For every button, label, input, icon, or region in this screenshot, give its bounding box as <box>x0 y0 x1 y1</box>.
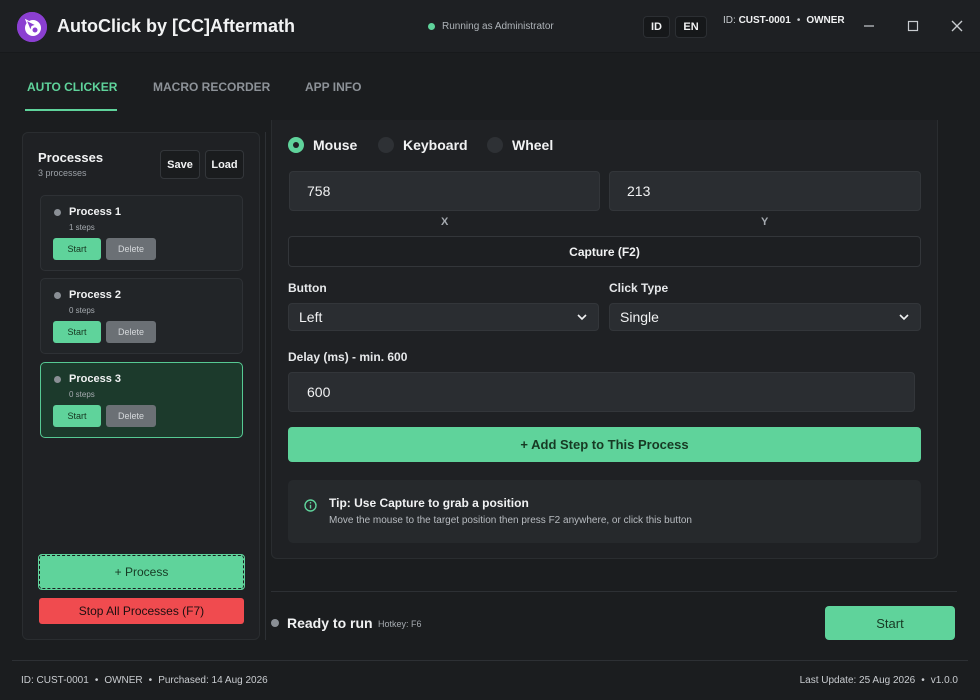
radio-keyboard[interactable]: Keyboard <box>378 137 468 153</box>
radio-wheel-label: Wheel <box>512 137 554 153</box>
run-status-text: Ready to run <box>287 615 373 631</box>
active-tab-indicator <box>25 109 117 111</box>
tip-body: Move the mouse to the target position th… <box>329 515 692 526</box>
chevron-down-icon <box>577 314 587 321</box>
process-status-dot-icon <box>54 292 61 299</box>
tab-auto-clicker[interactable]: AUTO CLICKER <box>27 80 117 94</box>
process-delete-button[interactable]: Delete <box>106 238 156 260</box>
radio-wheel[interactable]: Wheel <box>487 137 553 153</box>
maximize-icon <box>907 20 919 32</box>
footer-last-update: Last Update: 25 Aug 2026 <box>799 675 916 686</box>
save-button[interactable]: Save <box>160 150 200 179</box>
footer-role: OWNER <box>104 675 143 686</box>
radio-unselected-icon <box>487 137 503 153</box>
y-coordinate-input[interactable]: 213 <box>609 171 921 211</box>
separator: • <box>148 675 153 686</box>
tab-macro-recorder[interactable]: MACRO RECORDER <box>153 80 270 94</box>
footer-left: ID: CUST-0001 • OWNER • Purchased: 14 Au… <box>21 675 268 686</box>
language-en-button[interactable]: EN <box>675 16 707 38</box>
process-start-button[interactable]: Start <box>53 405 101 427</box>
panel-divider <box>265 132 266 640</box>
x-coordinate-input[interactable]: 758 <box>289 171 600 211</box>
radio-keyboard-label: Keyboard <box>403 137 468 153</box>
radio-selected-icon <box>288 137 304 153</box>
process-name: Process 1 <box>69 206 121 218</box>
stop-all-processes-button[interactable]: Stop All Processes (F7) <box>39 598 244 624</box>
tip-box: Tip: Use Capture to grab a position Move… <box>288 480 921 543</box>
process-status-dot-icon <box>54 209 61 216</box>
click-type-select-value: Single <box>620 309 659 325</box>
footer-customer-id: ID: CUST-0001 <box>21 675 89 686</box>
chevron-down-icon <box>899 314 909 321</box>
title-bar: AutoClick by [CC]Aftermath Running as Ad… <box>0 0 980 53</box>
minimize-icon <box>864 25 874 27</box>
process-item-2[interactable]: Process 2 0 steps Start Delete <box>40 278 243 354</box>
hotkey-text: Hotkey: F6 <box>378 619 422 629</box>
close-button[interactable] <box>947 16 967 36</box>
run-status-dot-icon <box>271 619 279 627</box>
process-start-button[interactable]: Start <box>53 321 101 343</box>
process-delete-button[interactable]: Delete <box>106 321 156 343</box>
process-item-1[interactable]: Process 1 1 steps Start Delete <box>40 195 243 271</box>
x-label: X <box>441 216 449 228</box>
add-process-button[interactable]: + Process <box>38 554 245 590</box>
info-icon <box>304 499 317 512</box>
separator: • <box>921 675 925 686</box>
start-button[interactable]: Start <box>825 606 955 640</box>
status-divider <box>271 591 957 592</box>
footer-version: v1.0.0 <box>930 675 958 686</box>
load-button[interactable]: Load <box>205 150 244 179</box>
process-steps: 1 steps <box>69 223 95 232</box>
footer-divider <box>12 660 968 661</box>
process-delete-button[interactable]: Delete <box>106 405 156 427</box>
delay-input[interactable]: 600 <box>288 372 915 412</box>
button-field-label: Button <box>288 281 327 295</box>
step-editor-panel: Mouse Keyboard Wheel 758 213 X Y Capture… <box>271 120 938 559</box>
close-icon <box>951 20 963 32</box>
status-dot-icon <box>428 23 435 30</box>
tab-app-info[interactable]: APP INFO <box>305 80 361 94</box>
process-steps: 0 steps <box>69 390 95 399</box>
footer-right: Last Update: 25 Aug 2026 • v1.0.0 <box>800 675 958 686</box>
radio-mouse-label: Mouse <box>313 137 358 153</box>
processes-count: 3 processes <box>38 168 87 178</box>
process-steps: 0 steps <box>69 306 95 315</box>
tip-title: Tip: Use Capture to grab a position <box>329 496 529 510</box>
process-status-dot-icon <box>54 376 61 383</box>
delay-field-label: Delay (ms) - min. 600 <box>288 350 408 364</box>
radio-unselected-icon <box>378 137 394 153</box>
process-start-button[interactable]: Start <box>53 238 101 260</box>
add-step-button[interactable]: + Add Step to This Process <box>288 427 921 462</box>
click-type-select[interactable]: Single <box>609 303 921 331</box>
admin-status-text: Running as Administrator <box>442 21 554 32</box>
customer-id: CUST-0001 <box>738 15 791 26</box>
minimize-button[interactable] <box>859 16 879 36</box>
processes-panel: Processes 3 processes Save Load Process … <box>22 132 260 640</box>
y-label: Y <box>761 216 769 228</box>
process-item-3[interactable]: Process 3 0 steps Start Delete <box>40 362 243 438</box>
button-select[interactable]: Left <box>288 303 599 331</box>
radio-mouse[interactable]: Mouse <box>288 137 357 153</box>
app-title: AutoClick by [CC]Aftermath <box>57 16 296 36</box>
customer-info: ID: CUST-0001 • OWNER <box>723 15 845 26</box>
button-select-value: Left <box>299 309 323 325</box>
customer-role: OWNER <box>806 15 845 26</box>
separator: • <box>796 15 801 26</box>
process-name: Process 3 <box>69 373 121 385</box>
footer-purchased: Purchased: 14 Aug 2026 <box>158 675 268 686</box>
process-name: Process 2 <box>69 289 121 301</box>
customer-id-label: ID: <box>723 15 736 26</box>
separator: • <box>94 675 99 686</box>
maximize-button[interactable] <box>903 16 923 36</box>
click-type-field-label: Click Type <box>609 281 669 295</box>
cursor-logo-icon <box>17 12 47 42</box>
language-id-button[interactable]: ID <box>643 16 670 38</box>
app-logo <box>17 12 47 42</box>
processes-title: Processes <box>38 150 104 165</box>
admin-status: Running as Administrator <box>428 21 554 32</box>
tab-bar: AUTO CLICKER MACRO RECORDER APP INFO <box>0 53 980 113</box>
capture-button[interactable]: Capture (F2) <box>288 236 921 267</box>
